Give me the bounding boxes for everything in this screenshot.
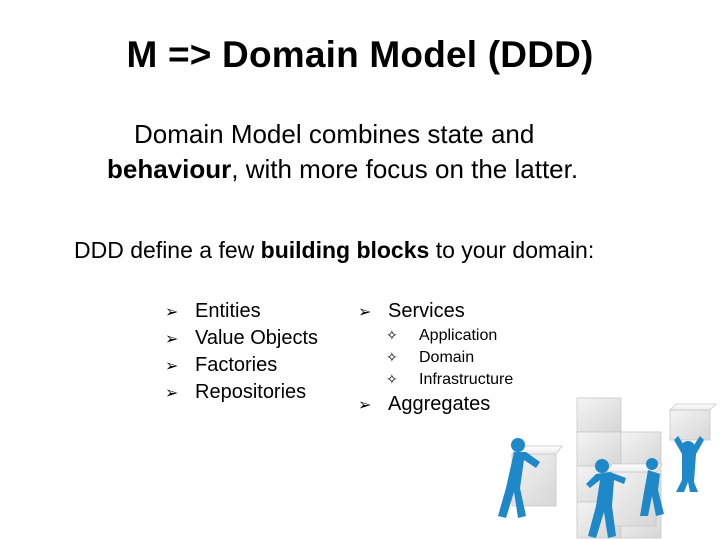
slide-title: M => Domain Model (DDD) (126, 34, 594, 75)
list-item: ➢ Entities (165, 298, 318, 325)
list-item-label: Aggregates (388, 393, 491, 415)
sub-list-item: ✧ Application (386, 325, 513, 347)
intro-line-2: behaviour, with more focus on the latter… (107, 151, 578, 187)
list-item: ➢ Services ✧ Application ✧ Domain ✧ Infrastr… (358, 298, 513, 391)
blocks-post: to your domain: (429, 237, 595, 263)
blocks-bold: building blocks (260, 237, 430, 263)
sub-list-item: ✧ Domain (386, 347, 513, 369)
intro-rest: , with more focus on the latter. (231, 154, 579, 184)
list-item: ➢ Repositories (165, 379, 318, 406)
list-item-label: Value Objects (195, 327, 319, 349)
building-blocks-line: DDD define a few building blocks to your… (74, 232, 594, 268)
list-item-label: Entities (195, 300, 261, 322)
intro-line-1-text: Domain Model combines state and (134, 119, 535, 149)
arrowhead-bullet-icon: ➢ (165, 329, 179, 348)
arrowhead-bullet-icon: ➢ (165, 383, 179, 402)
sub-item-label: Domain (419, 349, 475, 366)
intro-line-1: Domain Model combines state and (134, 116, 534, 152)
four-point-star-icon: ✧ (386, 328, 398, 344)
sub-item-label: Application (419, 327, 498, 344)
list-item-label: Repositories (195, 381, 307, 403)
sub-item-label: Infrastructure (419, 371, 514, 388)
blocks-pre: DDD define a few (74, 237, 261, 263)
arrowhead-bullet-icon: ➢ (165, 302, 179, 321)
list-item-label: Factories (195, 354, 278, 376)
intro-bold: behaviour (107, 154, 232, 184)
list-item-label: Services (388, 300, 465, 322)
list-item: ➢ Factories (165, 352, 318, 379)
four-point-star-icon: ✧ (386, 350, 398, 366)
building-blocks-list-left: ➢ Entities ➢ Value Objects ➢ Factories ➢ Rep… (165, 298, 318, 406)
list-item: ➢ Value Objects (165, 325, 318, 352)
four-point-star-icon: ✧ (386, 372, 398, 388)
arrowhead-bullet-icon: ➢ (358, 302, 372, 321)
arrowhead-bullet-icon: ➢ (165, 356, 179, 375)
arrowhead-bullet-icon: ➢ (358, 395, 372, 414)
blue-figures-stacking-cubes-illustration (498, 397, 717, 539)
services-sublist: ✧ Application ✧ Domain ✧ Infrastructure (386, 325, 513, 391)
